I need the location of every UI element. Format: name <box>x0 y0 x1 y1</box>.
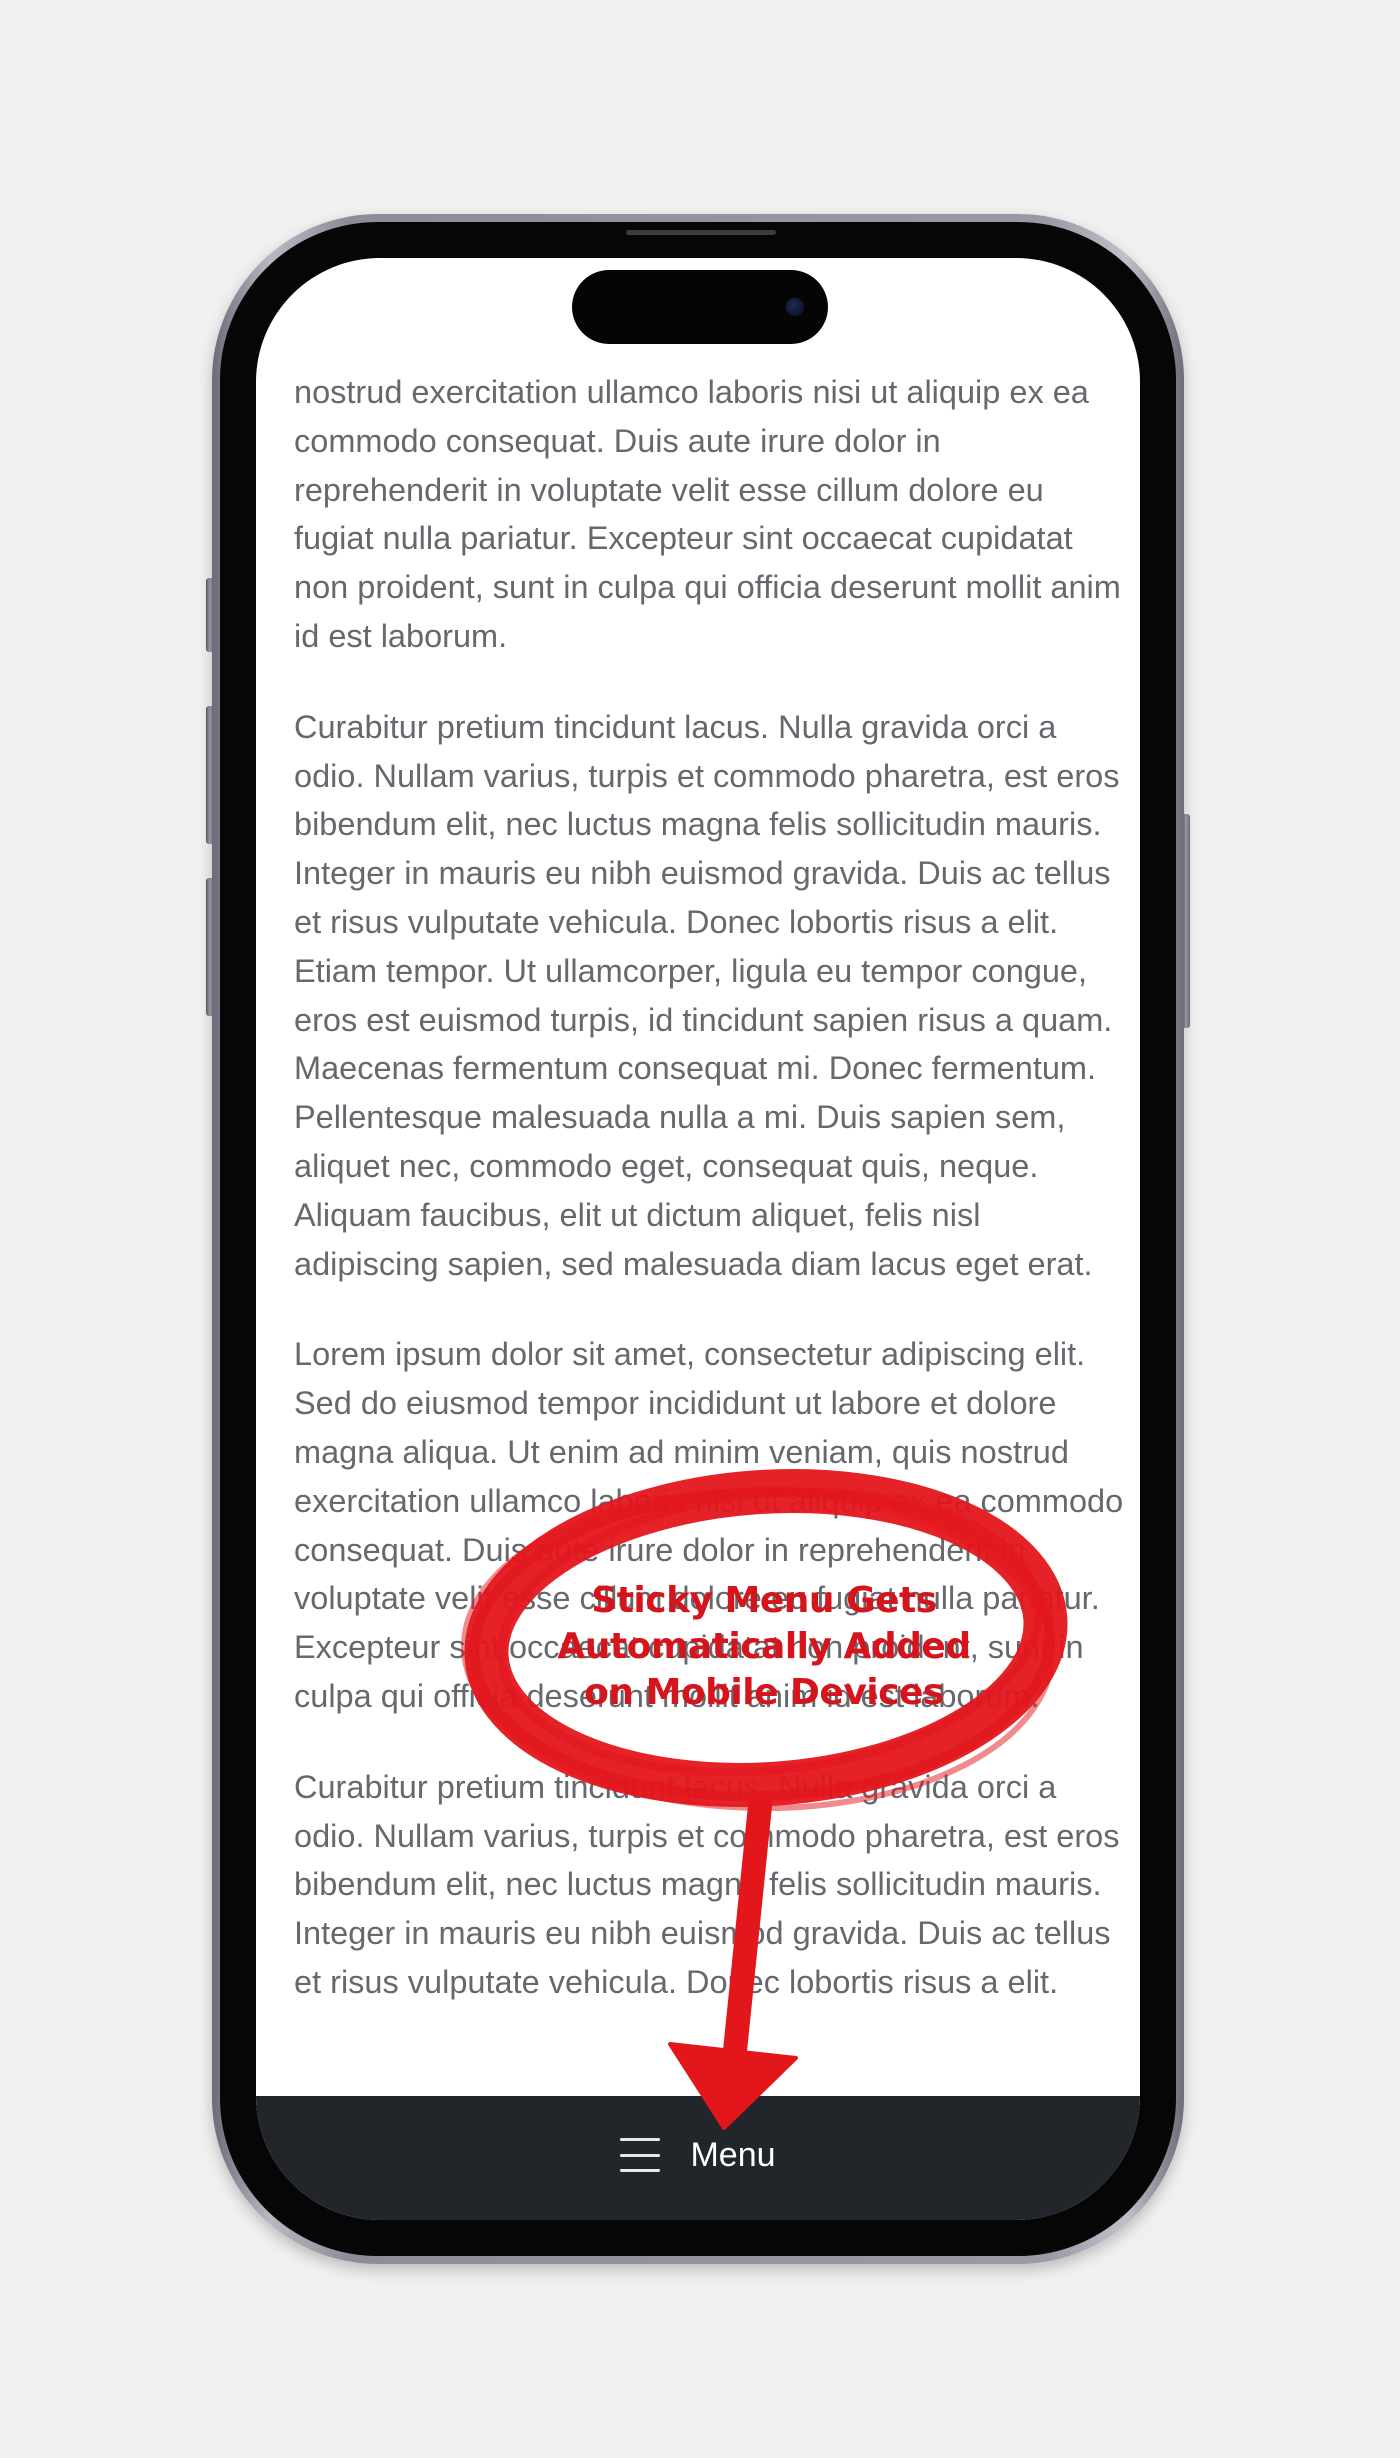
annotation-text: Sticky Menu Gets Automatically Added on … <box>557 1580 971 1713</box>
screenshot-stage: nostrud exercitation ullamco laboris nis… <box>0 0 1400 2458</box>
annotation-overlay <box>461 1469 1068 2130</box>
arrow-icon <box>668 1794 798 2130</box>
